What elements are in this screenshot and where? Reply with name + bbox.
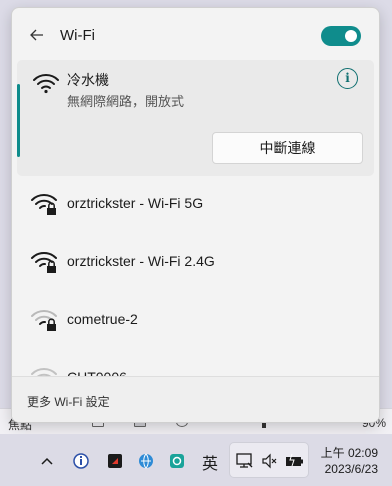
system-tray-group[interactable] bbox=[229, 442, 309, 478]
network-item[interactable]: orztrickster - Wi-Fi 5G bbox=[17, 176, 374, 234]
network-item[interactable]: cometrue-2 bbox=[17, 292, 374, 350]
wifi-weak-secured-icon bbox=[31, 310, 57, 331]
network-globe-icon[interactable] bbox=[137, 451, 155, 471]
wifi-signal-icon bbox=[33, 74, 59, 94]
taskbar: 英 上午 02:09 2023/6/23 bbox=[0, 434, 392, 486]
network-name: cometrue-2 bbox=[67, 311, 138, 327]
flyout-footer: 更多 Wi-Fi 設定 bbox=[12, 376, 379, 422]
network-item[interactable]: orztrickster - Wi-Fi 2.4G bbox=[17, 234, 374, 292]
wifi-flyout: Wi-Fi 冷水機 無網際網路，開放式 i 中斷連線 orztrickster … bbox=[11, 7, 380, 423]
info-app-icon[interactable] bbox=[72, 451, 90, 471]
app-tray-icon[interactable] bbox=[168, 451, 186, 471]
muted-speaker-icon bbox=[262, 453, 277, 469]
clock-date: 2023/6/23 bbox=[324, 462, 378, 476]
info-icon[interactable]: i bbox=[337, 68, 358, 89]
network-name: orztrickster - Wi-Fi 2.4G bbox=[67, 253, 215, 269]
network-list[interactable]: 冷水機 無網際網路，開放式 i 中斷連線 orztrickster - Wi-F… bbox=[12, 60, 379, 378]
disconnect-button[interactable]: 中斷連線 bbox=[212, 132, 363, 164]
back-button[interactable] bbox=[26, 24, 48, 46]
selection-accent bbox=[17, 84, 20, 157]
page-title: Wi-Fi bbox=[60, 27, 95, 44]
wifi-toggle[interactable] bbox=[321, 26, 361, 46]
connected-network-status: 無網際網路，開放式 bbox=[67, 94, 185, 109]
ime-indicator[interactable]: 英 bbox=[202, 450, 220, 473]
network-item[interactable]: CHT0006 bbox=[17, 350, 374, 378]
toggle-knob bbox=[345, 30, 357, 42]
back-arrow-icon bbox=[30, 29, 43, 41]
connected-network[interactable]: 冷水機 無網際網路，開放式 i 中斷連線 bbox=[17, 60, 374, 176]
app-red-icon[interactable] bbox=[106, 451, 124, 471]
connected-network-name: 冷水機 bbox=[67, 72, 109, 88]
taskbar-clock[interactable]: 上午 02:09 2023/6/23 bbox=[318, 445, 378, 477]
display-network-icon bbox=[236, 453, 253, 468]
wifi-secured-icon bbox=[31, 252, 57, 273]
battery-icon bbox=[286, 453, 303, 467]
network-name: orztrickster - Wi-Fi 5G bbox=[67, 195, 204, 211]
more-wifi-settings-link[interactable]: 更多 Wi-Fi 設定 bbox=[27, 393, 110, 410]
chevron-up-icon[interactable] bbox=[40, 451, 54, 471]
wifi-secured-icon bbox=[31, 194, 57, 215]
flyout-header: Wi-Fi bbox=[12, 8, 379, 60]
clock-time: 上午 02:09 bbox=[320, 446, 378, 460]
